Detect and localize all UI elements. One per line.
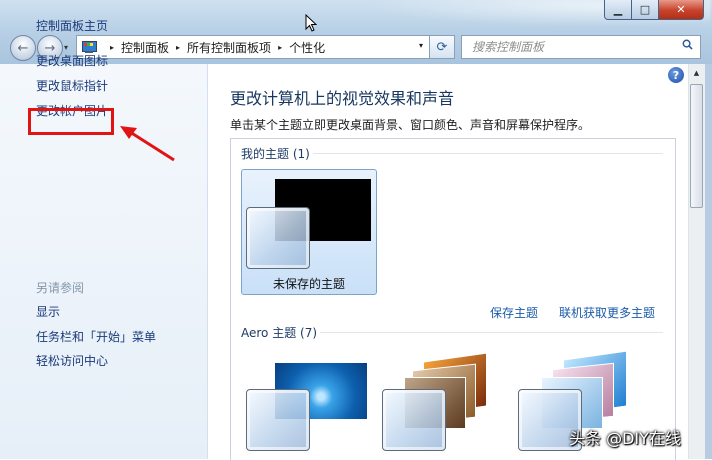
breadcrumb-all-items[interactable]: 所有控制面板项 <box>187 39 271 56</box>
sidebar-item-ease-of-access[interactable]: 轻松访问中心 <box>36 352 108 369</box>
annotation-highlight-box <box>28 108 114 135</box>
refresh-button[interactable]: ⟳ <box>429 35 455 59</box>
theme-preview-window <box>246 207 310 269</box>
close-button[interactable]: ✕ <box>659 0 704 20</box>
watermark: 头条 @DIY在线 <box>569 429 681 448</box>
minimize-button[interactable]: ▁ <box>604 0 632 20</box>
window-frame <box>705 64 712 459</box>
sidebar-item-change-mouse-pointers[interactable]: 更改鼠标指针 <box>36 77 108 94</box>
mouse-cursor-icon <box>305 14 317 32</box>
sidebar-item-display[interactable]: 显示 <box>36 303 60 320</box>
sidebar-item-change-desktop-icons[interactable]: 更改桌面图标 <box>36 52 108 69</box>
search-icon[interactable] <box>682 39 693 50</box>
sidebar-item-taskbar-start-menu[interactable]: 任务栏和「开始」菜单 <box>36 328 156 345</box>
save-theme-link[interactable]: 保存主题 <box>490 304 538 321</box>
my-themes-header: 我的主题 (1) <box>241 147 310 161</box>
help-icon[interactable]: ? <box>668 67 684 83</box>
maximize-button[interactable]: □ <box>632 0 659 20</box>
aero-themes-header: Aero 主题 (7) <box>241 326 318 340</box>
scrollbar-thumb[interactable] <box>690 84 703 208</box>
group-divider <box>313 153 663 154</box>
back-button[interactable]: ← <box>10 35 36 61</box>
search-box[interactable] <box>461 35 701 59</box>
refresh-icon: ⟳ <box>436 39 448 55</box>
address-bar[interactable]: ▸ 控制面板 ▸ 所有控制面板项 ▸ 个性化 ▾ <box>76 35 430 59</box>
annotation-arrow-icon <box>120 126 175 162</box>
back-arrow-icon: ← <box>17 40 29 56</box>
page-description: 单击某个主题立即更改桌面背景、窗口颜色、声音和屏幕保护程序。 <box>230 118 591 132</box>
address-dropdown-icon[interactable]: ▾ <box>419 41 423 50</box>
search-input[interactable] <box>470 39 674 55</box>
get-more-themes-online-link[interactable]: 联机获取更多主题 <box>559 304 655 321</box>
theme-preview-window <box>382 389 446 451</box>
window-controls: ▁ □ ✕ <box>604 0 704 20</box>
page-title: 更改计算机上的视觉效果和声音 <box>230 89 455 108</box>
group-divider <box>320 332 663 333</box>
theme-preview-window <box>246 389 310 451</box>
sidebar-item-control-panel-home[interactable]: 控制面板主页 <box>36 17 108 34</box>
recent-pages-dropdown-icon[interactable]: ▾ <box>64 43 68 52</box>
breadcrumb-personalization[interactable]: 个性化 <box>289 39 325 56</box>
breadcrumb-separator-icon[interactable]: ▸ <box>110 43 114 52</box>
breadcrumb-separator-icon[interactable]: ▸ <box>176 43 180 52</box>
breadcrumb-control-panel[interactable]: 控制面板 <box>121 39 169 56</box>
see-also-heading: 另请参阅 <box>36 281 85 295</box>
breadcrumb-separator-icon[interactable]: ▸ <box>278 43 282 52</box>
scroll-up-icon[interactable]: ▲ <box>688 64 705 81</box>
theme-label: 未保存的主题 <box>272 277 345 291</box>
